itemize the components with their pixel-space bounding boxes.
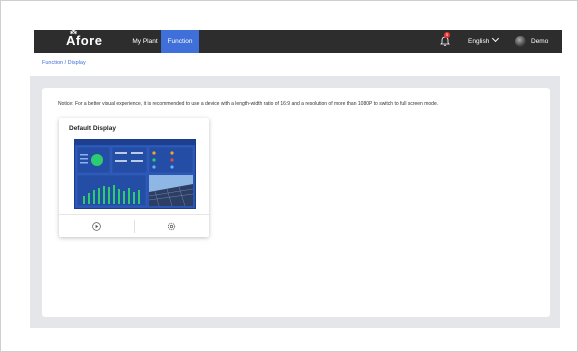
breadcrumb[interactable]: Function / Display (42, 60, 86, 66)
top-navigation-bar: ⁂ Afore My Plant Function 5 English Demo (34, 29, 562, 53)
afore-logo[interactable]: ⁂ Afore (66, 29, 102, 48)
display-panel: Notice: For a better visual experience, … (42, 88, 550, 317)
language-label: English (468, 38, 490, 45)
settings-icon (167, 222, 176, 231)
nav-function[interactable]: Function (161, 30, 199, 53)
display-card[interactable]: Default Display (59, 118, 209, 237)
settings-button[interactable] (134, 215, 209, 238)
nav-my-plant[interactable]: My Plant (124, 30, 166, 53)
card-title: Default Display (69, 125, 116, 132)
notification-badge: 5 (444, 32, 450, 38)
notice-text: Notice: For a better visual experience, … (58, 101, 439, 107)
avatar[interactable] (515, 36, 526, 47)
card-actions (59, 214, 209, 238)
play-icon (92, 222, 101, 231)
chevron-down-icon (492, 34, 500, 43)
play-button[interactable] (59, 215, 134, 238)
logo-sun-icon: ⁂ (70, 29, 78, 36)
preview-dashboard-graphic (75, 140, 195, 207)
language-selector[interactable]: English (468, 30, 500, 53)
display-preview-image[interactable] (74, 139, 196, 209)
user-name[interactable]: Demo (531, 30, 548, 53)
